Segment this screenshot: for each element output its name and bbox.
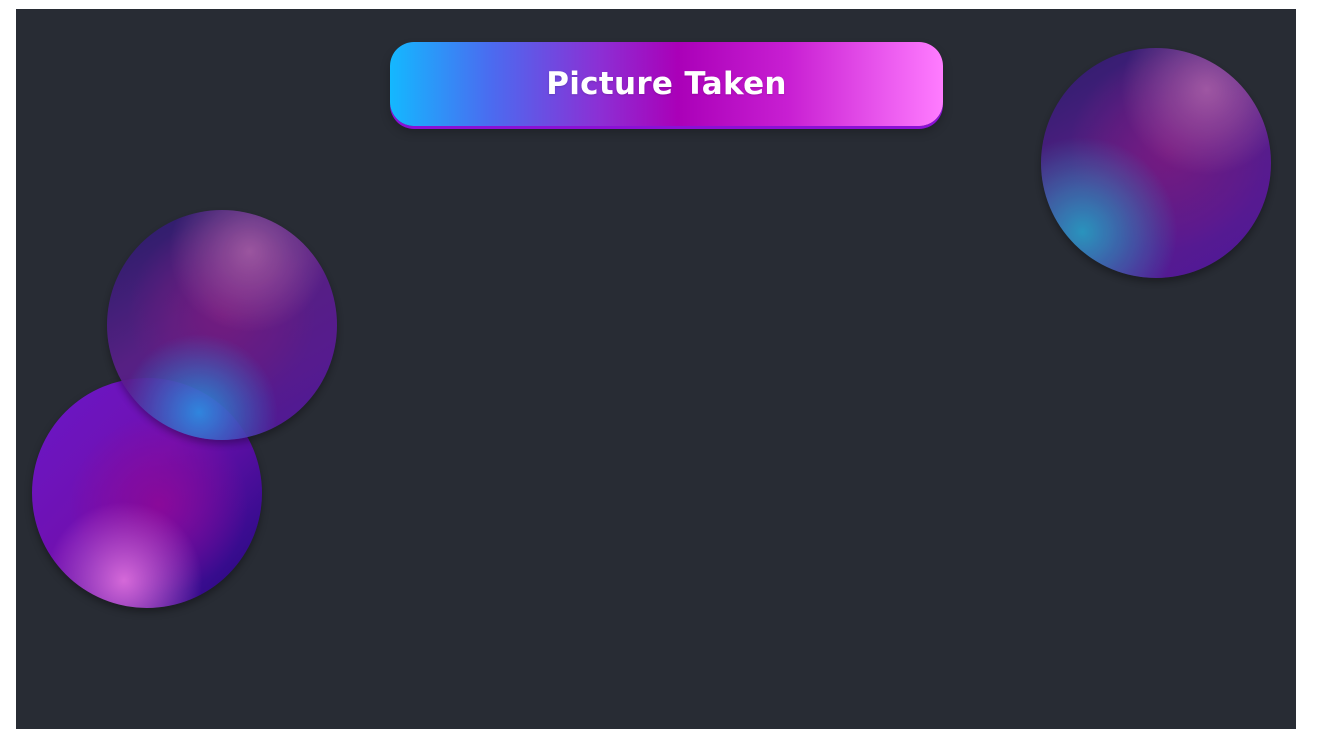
notification-banner: Picture Taken bbox=[390, 42, 943, 126]
decorative-orb bbox=[107, 210, 337, 440]
decorative-orb bbox=[1041, 48, 1271, 278]
app-canvas: Picture Taken bbox=[16, 9, 1296, 729]
banner-title: Picture Taken bbox=[546, 66, 787, 102]
